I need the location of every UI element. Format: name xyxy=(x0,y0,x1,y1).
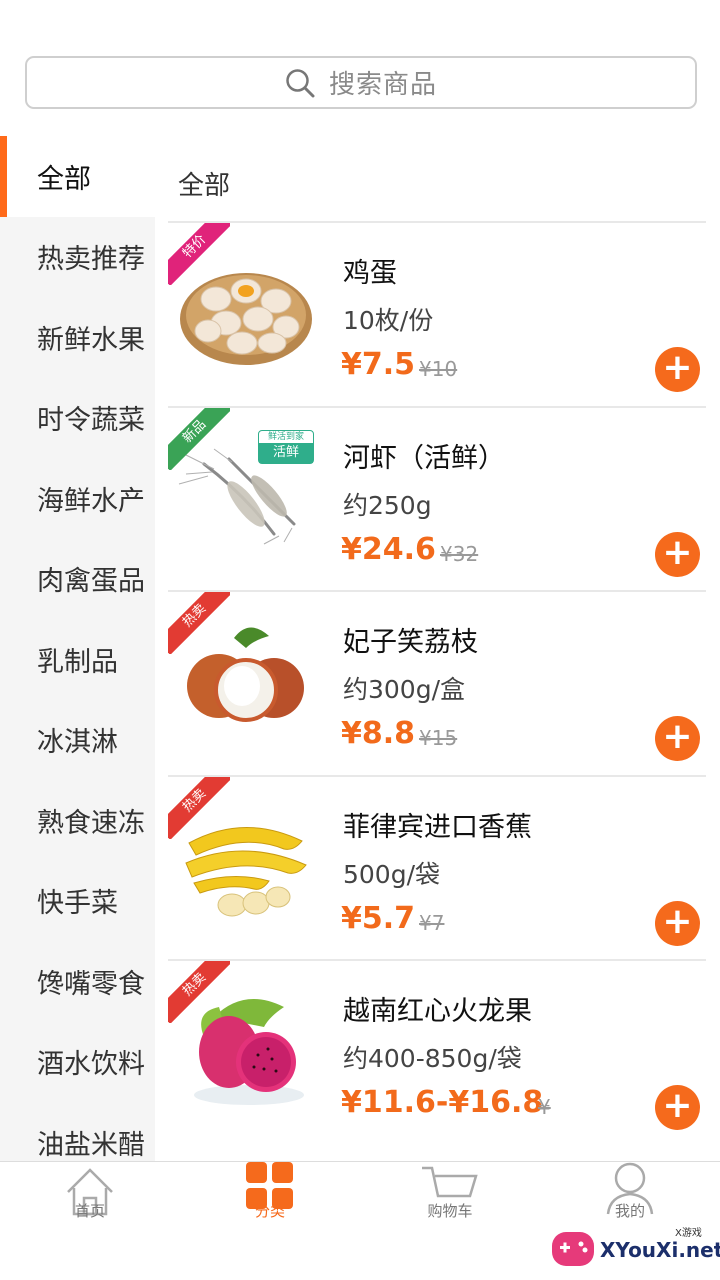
watermark-text: XYouXi.net xyxy=(600,1238,720,1262)
product-spec: 约300g/盒 xyxy=(343,675,466,704)
sidebar-item-all[interactable]: 全部 xyxy=(0,136,155,217)
category-sidebar: 全部 热卖推荐 新鲜水果 时令蔬菜 海鲜水产 肉禽蛋品 乳制品 冰淇淋 熟食速冻… xyxy=(0,136,155,1161)
sidebar-item-quick-dish[interactable]: 快手菜 xyxy=(0,861,155,942)
product-price: ¥8.8 xyxy=(341,716,416,751)
product-old-price: ¥15 xyxy=(419,726,458,750)
product-item-dragon-fruit[interactable]: 热卖 越南红心火龙果 约400-850g/袋 ¥11.6-¥16.8 ¥ + xyxy=(168,959,706,1144)
tab-label: 我的 xyxy=(614,1202,645,1220)
badge-top-text: 鲜活到家 xyxy=(267,431,304,442)
product-name: 越南红心火龙果 xyxy=(343,996,532,1027)
add-to-cart-button[interactable]: + xyxy=(655,900,700,946)
tag-ribbon: 新品 xyxy=(168,407,230,470)
sidebar-item-drinks[interactable]: 酒水饮料 xyxy=(0,1022,155,1103)
site-watermark: X游戏 XYouXi.net xyxy=(548,1222,720,1276)
sidebar-item-fruit[interactable]: 新鲜水果 xyxy=(0,297,155,378)
badge-bottom-text: 活鲜 xyxy=(259,442,313,463)
tag-label: 热卖 xyxy=(168,776,230,839)
product-spec: 约250g xyxy=(343,490,432,520)
tab-category[interactable]: 分类 xyxy=(180,1162,360,1280)
sidebar-item-dairy[interactable]: 乳制品 xyxy=(0,619,155,700)
product-price: ¥24.6 xyxy=(341,531,436,567)
sidebar-item-ice-cream[interactable]: 冰淇淋 xyxy=(0,700,155,781)
sidebar-item-condiments[interactable]: 油盐米醋 xyxy=(0,1102,155,1161)
product-old-price: ¥7 xyxy=(419,910,445,935)
content-title: 全部 xyxy=(178,171,231,201)
sidebar-item-snacks[interactable]: 馋嘴零食 xyxy=(0,941,155,1022)
watermark-small-text: X游戏 xyxy=(675,1228,702,1239)
tag-ribbon: 热卖 xyxy=(168,776,230,839)
tag-ribbon: 特价 xyxy=(168,223,230,285)
product-item-shrimp[interactable]: 新品 鲜活到家 活鲜 河虾（活鲜） 约250g ¥24.6 ¥32 + xyxy=(168,405,706,591)
product-name: 菲律宾进口香蕉 xyxy=(343,811,532,843)
add-to-cart-button[interactable]: + xyxy=(655,531,700,577)
product-item-lychee[interactable]: 热卖 妃子笑荔枝 约300g/盒 ¥8.8 ¥15 + xyxy=(168,590,706,775)
product-spec: 500g/袋 xyxy=(343,859,441,889)
product-item-banana[interactable]: 热卖 菲律宾进口香蕉 500g/袋 ¥5.7 ¥7 + xyxy=(168,774,706,960)
tab-home[interactable]: 首页 xyxy=(0,1162,180,1280)
add-to-cart-button[interactable]: + xyxy=(655,347,700,392)
sidebar-item-frozen[interactable]: 熟食速冻 xyxy=(0,780,155,861)
search-icon xyxy=(286,68,315,97)
product-price: ¥11.6-¥16.8 xyxy=(341,1085,544,1120)
tab-label: 分类 xyxy=(254,1202,285,1220)
tag-ribbon: 热卖 xyxy=(168,592,230,654)
product-old-price: ¥10 xyxy=(419,357,458,381)
product-spec: 10枚/份 xyxy=(343,306,434,335)
product-price: ¥7.5 xyxy=(341,347,416,382)
add-to-cart-button[interactable]: + xyxy=(655,1085,700,1130)
gamepad-logo-icon xyxy=(552,1232,594,1266)
add-to-cart-button[interactable]: + xyxy=(655,716,700,761)
product-old-price: ¥ xyxy=(538,1095,551,1119)
tab-cart[interactable]: 购物车 xyxy=(360,1162,540,1280)
sidebar-item-meat-eggs[interactable]: 肉禽蛋品 xyxy=(0,539,155,620)
tab-label: 首页 xyxy=(74,1202,105,1220)
tag-label: 新品 xyxy=(168,407,230,470)
product-old-price: ¥32 xyxy=(440,541,479,566)
fresh-delivery-badge: 鲜活到家 活鲜 xyxy=(258,429,314,464)
sidebar-item-hot[interactable]: 热卖推荐 xyxy=(0,217,155,298)
tag-label: 热卖 xyxy=(168,961,230,1023)
product-list: 特价 鸡蛋 10枚/份 ¥7.5 ¥10 + 新品 鲜活到家 活鲜 河虾（活鲜）… xyxy=(168,221,706,1144)
sidebar-item-vegetables[interactable]: 时令蔬菜 xyxy=(0,378,155,459)
product-name: 鸡蛋 xyxy=(343,258,397,289)
search-placeholder: 搜索商品 xyxy=(328,70,437,100)
product-spec: 约400-850g/袋 xyxy=(343,1044,522,1073)
search-input[interactable]: 搜索商品 xyxy=(25,56,697,109)
tag-ribbon: 热卖 xyxy=(168,961,230,1023)
sidebar-item-seafood[interactable]: 海鲜水产 xyxy=(0,458,155,539)
tag-label: 特价 xyxy=(168,223,230,285)
tag-label: 热卖 xyxy=(168,592,230,654)
product-name: 河虾（活鲜） xyxy=(343,442,505,474)
tab-label: 购物车 xyxy=(427,1202,473,1220)
product-name: 妃子笑荔枝 xyxy=(343,627,478,658)
product-item-eggs[interactable]: 特价 鸡蛋 10枚/份 ¥7.5 ¥10 + xyxy=(168,221,706,406)
product-price: ¥5.7 xyxy=(341,900,416,936)
